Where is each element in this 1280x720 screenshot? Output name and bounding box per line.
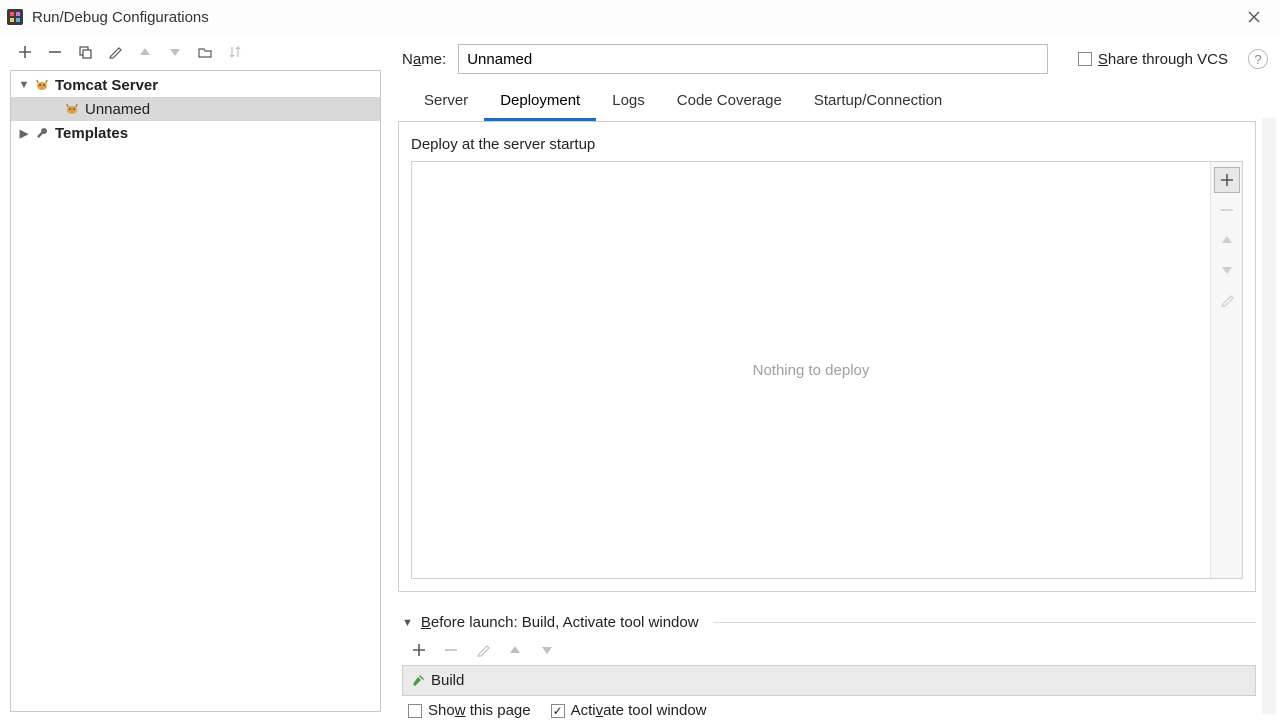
wrench-icon (33, 126, 51, 140)
show-this-page-checkbox[interactable]: Show this page (408, 702, 531, 719)
deploy-down-button (1215, 258, 1239, 282)
deploy-add-button[interactable] (1215, 168, 1239, 192)
deploy-edit-button (1215, 288, 1239, 312)
titlebar: Run/Debug Configurations (0, 0, 1280, 34)
hammer-icon (411, 674, 425, 688)
deploy-remove-button (1215, 198, 1239, 222)
collapse-icon[interactable]: ▼ (402, 617, 413, 629)
bl-down-button (536, 639, 558, 661)
bl-remove-button (440, 639, 462, 661)
name-row: Name: Share through VCS ? (398, 40, 1280, 84)
help-button[interactable]: ? (1248, 49, 1268, 69)
config-tree[interactable]: ▼ Tomcat Server Unnamed ▶ Templates (10, 70, 381, 712)
remove-config-button[interactable] (44, 41, 66, 63)
sort-button (224, 41, 246, 63)
name-input[interactable] (458, 44, 1048, 74)
tab-server[interactable]: Server (408, 84, 484, 121)
copy-config-button[interactable] (74, 41, 96, 63)
before-launch-list[interactable]: Build (402, 665, 1256, 696)
expand-icon[interactable]: ▼ (17, 79, 31, 91)
tomcat-icon (63, 102, 81, 116)
before-launch-section: ▼ Before launch: Build, Activate tool wi… (402, 614, 1256, 719)
tree-node-tomcat-server[interactable]: ▼ Tomcat Server (11, 73, 380, 97)
before-launch-header[interactable]: ▼ Before launch: Build, Activate tool wi… (402, 614, 1256, 631)
activate-tool-window-checkbox[interactable]: ✓ Activate tool window (551, 702, 707, 719)
before-launch-toolbar (408, 639, 1256, 661)
name-label: Name: (402, 51, 446, 68)
deployment-panel: Deploy at the server startup Nothing to … (398, 122, 1256, 592)
tree-label: Unnamed (85, 101, 150, 118)
divider (713, 622, 1256, 623)
bl-add-button[interactable] (408, 639, 430, 661)
tab-code-coverage[interactable]: Code Coverage (661, 84, 798, 121)
vertical-scrollbar[interactable] (1262, 118, 1276, 714)
deploy-empty-text: Nothing to deploy (753, 362, 870, 379)
bl-edit-button (472, 639, 494, 661)
bl-up-button (504, 639, 526, 661)
tomcat-icon (33, 78, 51, 92)
right-pane: Name: Share through VCS ? Server Deploym… (390, 34, 1280, 720)
deploy-side-toolbar (1210, 162, 1242, 578)
close-button[interactable] (1234, 3, 1274, 31)
folder-button[interactable] (194, 41, 216, 63)
expand-icon[interactable]: ▶ (17, 127, 31, 140)
bl-item-label: Build (431, 672, 464, 689)
move-up-button (134, 41, 156, 63)
bl-item-build[interactable]: Build (403, 666, 1255, 695)
tree-node-templates[interactable]: ▶ Templates (11, 121, 380, 145)
deploy-list[interactable]: Nothing to deploy (412, 162, 1210, 578)
edit-defaults-button[interactable] (104, 41, 126, 63)
deploy-section-label: Deploy at the server startup (411, 136, 1243, 153)
window-title: Run/Debug Configurations (32, 9, 1234, 26)
tree-label: Templates (55, 125, 128, 142)
tree-label: Tomcat Server (55, 77, 158, 94)
left-pane: ▼ Tomcat Server Unnamed ▶ Templates (0, 34, 390, 720)
tab-logs[interactable]: Logs (596, 84, 661, 121)
move-down-button (164, 41, 186, 63)
app-icon (6, 8, 24, 26)
deploy-up-button (1215, 228, 1239, 252)
tab-deployment[interactable]: Deployment (484, 84, 596, 121)
deploy-box: Nothing to deploy (411, 161, 1243, 579)
tabbar: Server Deployment Logs Code Coverage Sta… (398, 84, 1256, 122)
tree-node-unnamed[interactable]: Unnamed (11, 97, 380, 121)
add-config-button[interactable] (14, 41, 36, 63)
tab-startup-connection[interactable]: Startup/Connection (798, 84, 958, 121)
tree-toolbar (0, 34, 389, 70)
content: ▼ Tomcat Server Unnamed ▶ Templates Name… (0, 34, 1280, 720)
before-launch-checks: Show this page ✓ Activate tool window (408, 702, 1256, 719)
share-vcs-checkbox[interactable]: Share through VCS (1078, 51, 1228, 68)
